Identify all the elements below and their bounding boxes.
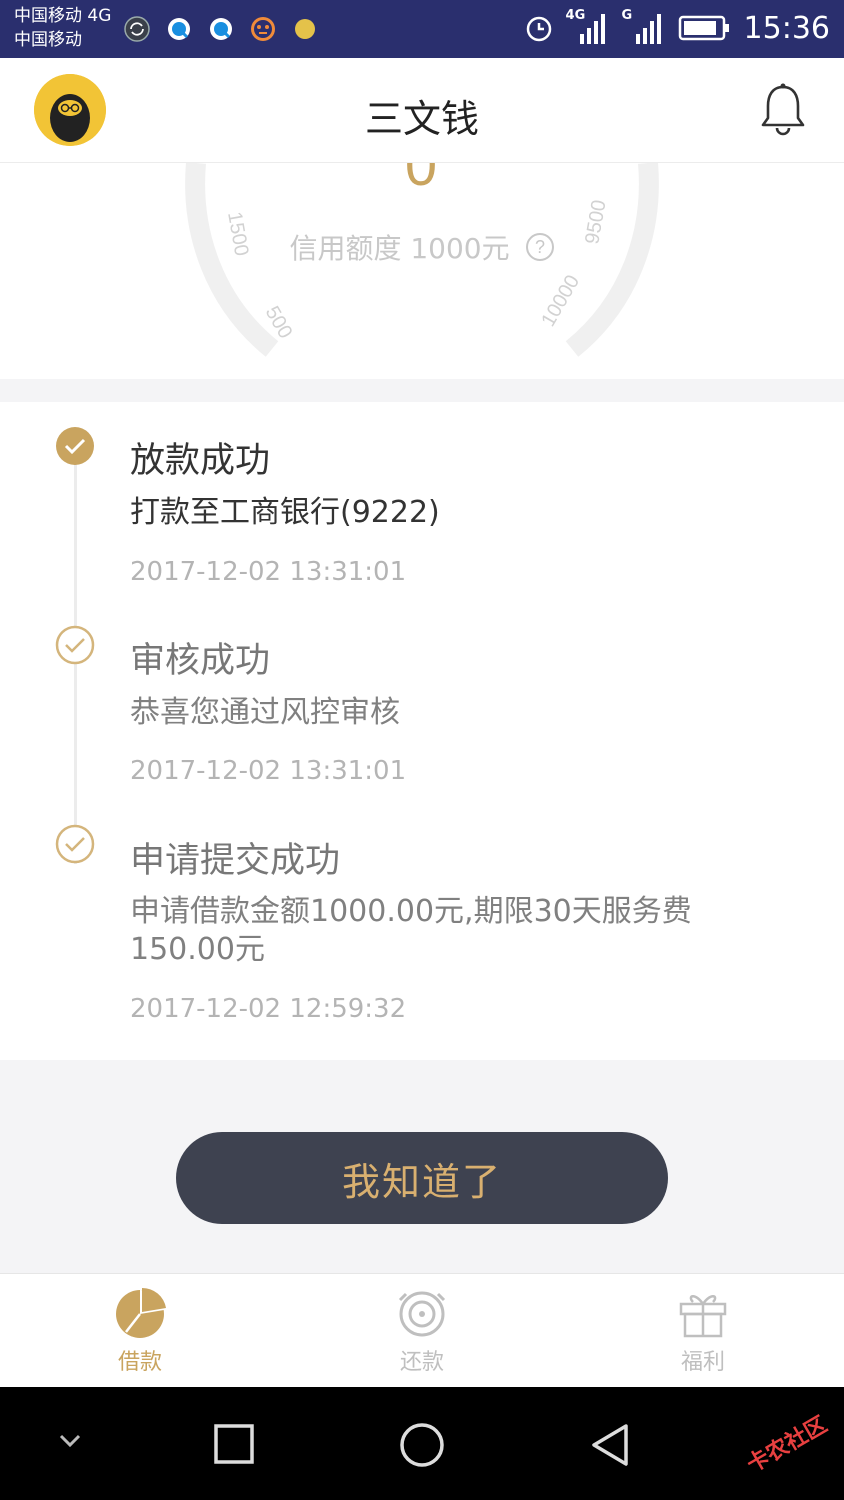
check-outline-icon: [55, 824, 95, 864]
bottom-tab-bar: 借款 还款 福利: [0, 1273, 844, 1388]
page-title: 三文钱: [364, 97, 479, 141]
loan-timeline: 放款成功 打款至工商银行(9222) 2017-12-02 13:31:01 审…: [0, 402, 844, 1060]
sync-icon: [122, 14, 152, 44]
app-header: 三文钱: [0, 58, 844, 163]
timeline-step-desc: 申请借款金额1000.00元,期限30天服务费150.00元: [130, 894, 692, 967]
gauge-value: 0: [405, 163, 437, 198]
gift-icon: [679, 1295, 727, 1338]
check-outline-icon: [55, 625, 95, 665]
qq-icon: [206, 14, 236, 44]
credit-limit-text: 信用额度 1000元: [289, 232, 510, 265]
timeline-step-title: 审核成功: [130, 641, 271, 681]
timeline-step-desc: 恭喜您通过风控审核: [130, 695, 400, 730]
signal-4g-icon: 4G: [565, 8, 610, 46]
dot-icon: [290, 14, 320, 44]
carrier-info: 中国移动 4G 中国移动: [14, 4, 111, 52]
carrier-line-2: 中国移动: [14, 30, 82, 50]
tab-repay[interactable]: 还款: [362, 1286, 482, 1376]
gauge-arc: 0 500 1500 9500 10000: [185, 163, 659, 357]
back-button[interactable]: [586, 1420, 634, 1470]
bell-icon[interactable]: [758, 82, 808, 138]
tab-benefits[interactable]: 福利: [643, 1286, 763, 1376]
help-icon[interactable]: ?: [525, 232, 555, 262]
acknowledge-button[interactable]: 我知道了: [176, 1132, 668, 1224]
timeline-step-desc: 打款至工商银行(9222): [130, 495, 440, 530]
credit-limit-row: 信用额度 1000元 ?: [0, 227, 844, 267]
recents-button[interactable]: [212, 1422, 256, 1466]
signal-g-icon: G: [621, 8, 666, 46]
timeline-step-title: 申请提交成功: [130, 841, 341, 881]
tab-borrow[interactable]: 借款: [80, 1286, 200, 1376]
qq-icon: [164, 14, 194, 44]
timeline-step-time: 2017-12-02 12:59:32: [130, 994, 407, 1024]
status-bar: 中国移动 4G 中国移动 4G G 15:36: [0, 0, 844, 58]
gauge-tick: 10000: [537, 271, 584, 330]
credit-gauge: 0 500 1500 9500 10000 信用额度 1000元 ?: [0, 163, 844, 379]
alarm-clock-icon: [398, 1291, 446, 1337]
timeline-step-title: 放款成功: [130, 441, 271, 481]
alarm-icon: [526, 16, 551, 42]
system-nav-bar: 卡农社区: [0, 1387, 844, 1500]
tab-label: 还款: [399, 1350, 444, 1375]
tab-label: 借款: [117, 1350, 162, 1375]
chevron-down-icon[interactable]: [56, 1431, 84, 1451]
pie-chart-icon: [116, 1287, 166, 1338]
net-label-g: G: [621, 8, 633, 23]
clock: 15:36: [743, 10, 830, 46]
timeline-step-time: 2017-12-02 13:31:01: [130, 756, 407, 786]
timeline-step-time: 2017-12-02 13:31:01: [130, 557, 407, 587]
home-button[interactable]: [397, 1420, 447, 1470]
tab-label: 福利: [680, 1350, 725, 1375]
watermark: 卡农社区: [740, 1407, 832, 1479]
net-label-4g: 4G: [565, 8, 586, 23]
carrier-line-1: 中国移动 4G: [14, 6, 112, 26]
watermark-text: 卡农社区: [742, 1412, 832, 1478]
check-filled-icon: [56, 427, 94, 465]
svg-text:?: ?: [535, 237, 545, 257]
face-icon: [248, 14, 278, 44]
battery-icon: [678, 15, 729, 41]
